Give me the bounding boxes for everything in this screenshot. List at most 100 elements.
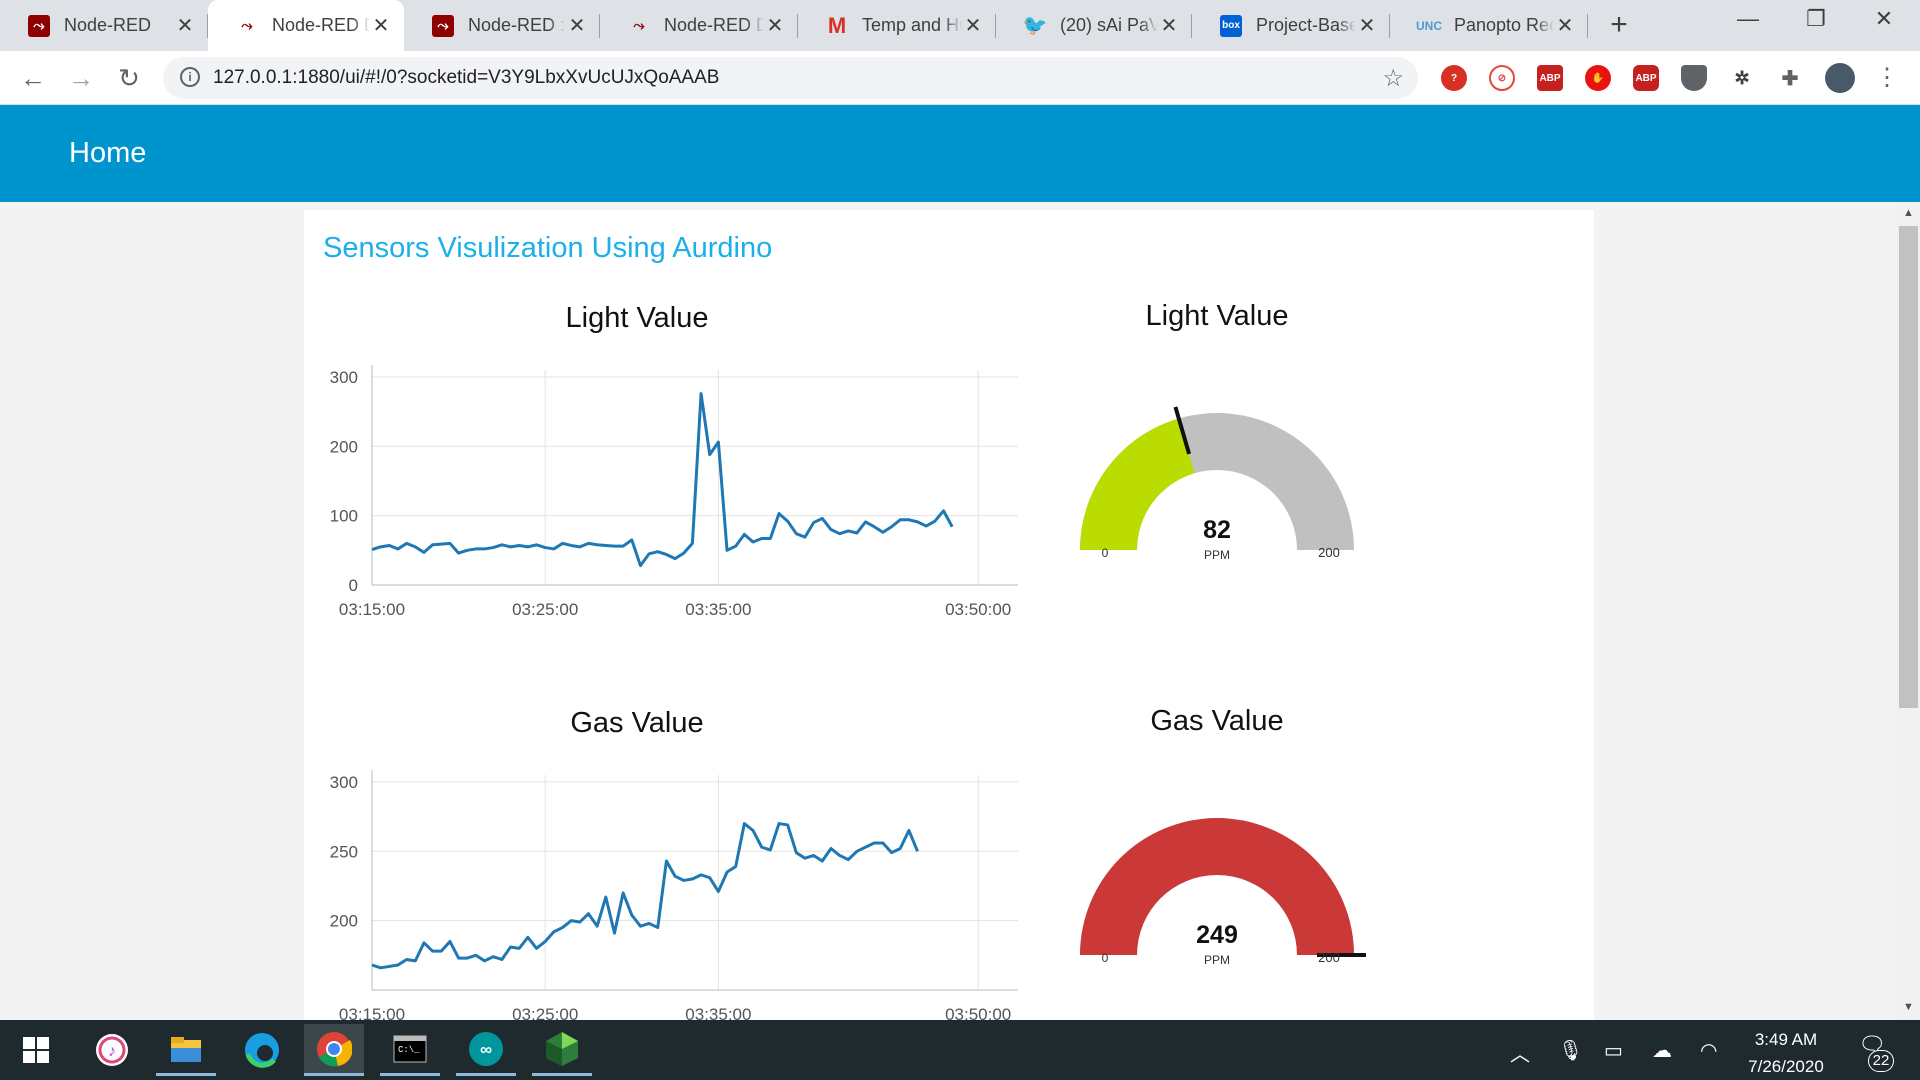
forward-button[interactable]: → xyxy=(64,61,98,95)
notification-count-badge: 22 xyxy=(1868,1050,1894,1072)
taskbar-clock[interactable]: 3:49 AM 7/26/2020 xyxy=(1716,1026,1856,1080)
gauge-value: 82 xyxy=(1203,516,1231,544)
chart-title: Gas Value xyxy=(570,707,704,739)
reload-button[interactable]: ↻ xyxy=(112,61,146,95)
close-window-button[interactable]: ✕ xyxy=(1861,6,1907,40)
tab-node-red-dashboard[interactable]: ⤳ Node-RED Dashboard ✕ xyxy=(208,0,404,51)
shield-icon[interactable] xyxy=(1681,65,1707,91)
chrome-icon[interactable] xyxy=(304,1024,364,1076)
itunes-icon[interactable]: ♪ xyxy=(82,1024,142,1076)
site-info-icon[interactable]: i xyxy=(180,67,200,87)
close-icon[interactable]: ✕ xyxy=(1158,13,1180,38)
x-tick-label: 03:15:00 xyxy=(339,600,405,619)
box-icon: box xyxy=(1220,14,1242,37)
windows-taskbar: ♪ C:\_ ∞ ︿ 🎙 ▭ ☁ ◠ 3:49 AM 7/26/2020 🗨 2… xyxy=(0,1020,1920,1080)
clock-date: 7/26/2020 xyxy=(1748,1057,1824,1076)
abp-icon[interactable]: ABP xyxy=(1633,65,1659,91)
close-icon[interactable]: ✕ xyxy=(1356,13,1378,38)
abp-icon[interactable]: ABP xyxy=(1537,65,1563,91)
scroll-down-arrow[interactable]: ▼ xyxy=(1897,998,1920,1016)
new-tab-button[interactable]: + xyxy=(1604,8,1634,42)
tab-node-red-editor[interactable]: ⤳ Node-RED : 127.0.0.1 ✕ xyxy=(404,0,600,51)
light-value-chart: 0 100 200 300 03:15:00 03:25:00 03:35:00 03:50:… xyxy=(330,365,1018,619)
gas-value-gauge: 249 PPM 0 200 xyxy=(1080,818,1366,967)
tab-title: Node-RED Dashboard xyxy=(664,15,764,35)
node-red-icon: ⤳ xyxy=(633,17,645,33)
tab-title: Project-Based xyxy=(1256,15,1356,35)
app-icon[interactable] xyxy=(532,1024,592,1076)
tab-separator xyxy=(1587,14,1588,38)
microphone-icon[interactable]: 🎙 xyxy=(1558,1038,1583,1063)
tab-title: (20) sAi PaVAn xyxy=(1060,15,1158,35)
tab-title: Temp and Humidity xyxy=(862,15,962,35)
svg-text:∞: ∞ xyxy=(480,1040,492,1059)
gauge-title: Light Value xyxy=(1145,300,1289,332)
close-icon[interactable]: ✕ xyxy=(174,13,196,38)
tab-node-red[interactable]: ⤳ Node-RED ✕ xyxy=(0,0,208,51)
gauge-units: PPM xyxy=(1204,953,1230,967)
battery-icon[interactable]: ▭ xyxy=(1604,1038,1623,1063)
show-hidden-icons[interactable]: ︿ xyxy=(1510,1038,1530,1067)
svg-text:C:\_: C:\_ xyxy=(398,1045,420,1055)
bug-icon[interactable]: ✲ xyxy=(1729,65,1755,91)
close-icon[interactable]: ✕ xyxy=(962,13,984,38)
terminal-icon[interactable]: C:\_ xyxy=(380,1024,440,1076)
close-icon[interactable]: ✕ xyxy=(1554,13,1576,38)
scrollbar-thumb[interactable] xyxy=(1899,226,1918,708)
x-tick-label: 03:50:00 xyxy=(945,600,1011,619)
url-text[interactable]: 127.0.0.1:1880/ui/#!/0?socketid=V3Y9LbxX… xyxy=(213,67,719,89)
minimize-button[interactable]: — xyxy=(1725,6,1771,40)
tab-twitter[interactable]: 🐦 (20) sAi PaVAn ✕ xyxy=(996,0,1192,51)
gauge-min-label: 0 xyxy=(1102,546,1109,560)
arduino-icon[interactable]: ∞ xyxy=(456,1024,516,1076)
edge-icon[interactable] xyxy=(232,1024,292,1076)
avatar[interactable] xyxy=(1825,63,1855,93)
wifi-icon[interactable]: ◠ xyxy=(1700,1038,1717,1063)
gauge-fill xyxy=(1080,418,1195,550)
browser-tab-strip: ⤳ Node-RED ✕ ⤳ Node-RED Dashboard ✕ ⤳ No… xyxy=(0,0,1920,51)
gauge-units: PPM xyxy=(1204,548,1230,562)
scroll-up-arrow[interactable]: ▲ xyxy=(1897,204,1920,222)
x-tick-label: 03:35:00 xyxy=(685,1005,751,1020)
extension-icon[interactable]: ? xyxy=(1441,65,1467,91)
y-tick-label: 250 xyxy=(330,842,358,861)
tab-title: Node-RED : 127.0.0.1 xyxy=(468,15,566,35)
close-icon[interactable]: ✕ xyxy=(566,13,588,38)
tab-title: Panopto Recorder xyxy=(1454,15,1554,35)
gauge-max-label: 200 xyxy=(1318,950,1340,965)
back-button[interactable]: ← xyxy=(16,61,50,95)
clock-time: 3:49 AM xyxy=(1754,1030,1818,1049)
y-tick-label: 300 xyxy=(330,368,358,387)
close-icon[interactable]: ✕ xyxy=(370,13,392,38)
tab-panopto[interactable]: UNC Panopto Recorder ✕ xyxy=(1390,0,1588,51)
tab-box[interactable]: box Project-Based ✕ xyxy=(1192,0,1390,51)
address-bar[interactable]: i 127.0.0.1:1880/ui/#!/0?socketid=V3Y9Lb… xyxy=(163,57,1418,99)
tab-title: Node-RED Dashboard xyxy=(272,15,370,35)
x-tick-label: 03:25:00 xyxy=(512,600,578,619)
bookmark-star-icon[interactable]: ☆ xyxy=(1382,64,1404,93)
y-tick-label: 0 xyxy=(349,576,358,595)
gauge-max-label: 200 xyxy=(1318,545,1340,560)
node-red-icon: ⤳ xyxy=(28,14,50,37)
extension-icon[interactable]: ⊘ xyxy=(1489,65,1515,91)
y-tick-label: 100 xyxy=(330,507,358,526)
tab-gmail[interactable]: M Temp and Humidity ✕ xyxy=(798,0,996,51)
tab-title: Node-RED xyxy=(64,15,152,35)
tab-node-red-dashboard-2[interactable]: ⤳ Node-RED Dashboard ✕ xyxy=(600,0,798,51)
stop-hand-icon[interactable]: ✋ xyxy=(1585,65,1611,91)
windows-start-icon[interactable] xyxy=(6,1024,66,1076)
series-line xyxy=(372,822,919,970)
y-tick-label: 200 xyxy=(330,912,358,931)
restore-button[interactable]: ❐ xyxy=(1793,6,1839,40)
unc-icon: UNC xyxy=(1416,18,1442,33)
chart-title: Light Value xyxy=(565,302,709,334)
light-value-gauge: 82 PPM 0 200 xyxy=(1080,406,1354,562)
close-icon[interactable]: ✕ xyxy=(764,13,786,38)
twitter-icon: 🐦 xyxy=(1022,15,1048,37)
menu-icon[interactable]: ⋮ xyxy=(1870,61,1904,95)
onedrive-cloud-icon[interactable]: ☁ xyxy=(1652,1038,1672,1063)
puzzle-icon[interactable]: ✚ xyxy=(1777,65,1803,91)
gauge-title: Gas Value xyxy=(1150,705,1284,737)
file-explorer-icon[interactable] xyxy=(156,1024,216,1076)
page-title: Home xyxy=(69,137,147,169)
